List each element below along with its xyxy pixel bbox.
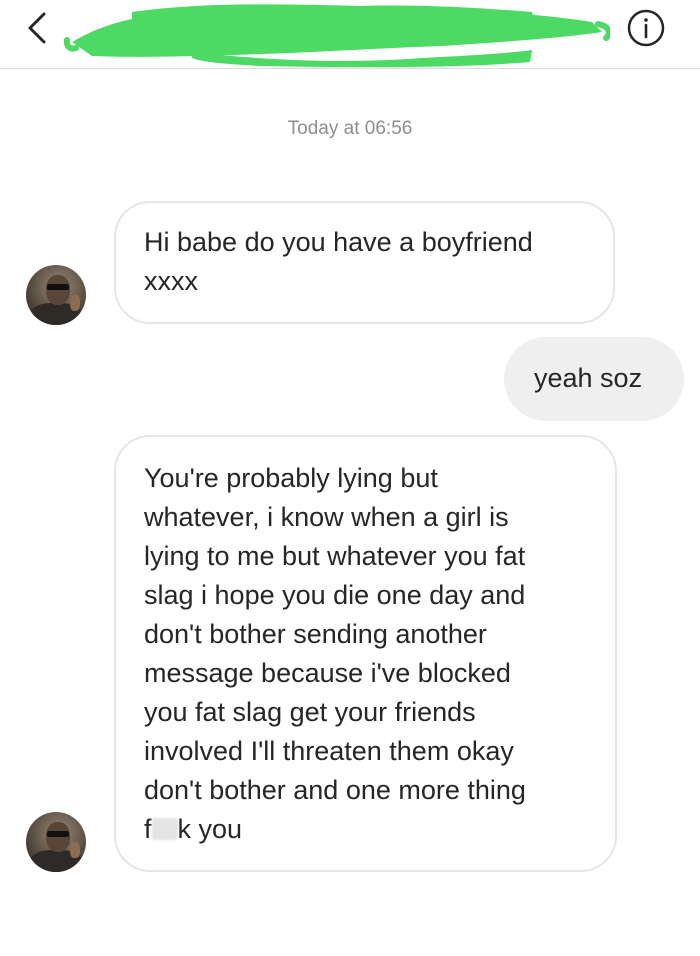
message-text-part: k you	[177, 814, 243, 844]
censored-text-blur	[151, 818, 178, 840]
dm-screen: Today at 06:56 Hi babe do you have a boy…	[0, 0, 700, 956]
redacted-username-scribble	[63, 4, 610, 68]
info-icon	[627, 9, 665, 47]
message-text: Hi babe do you have a boyfriend xxxx	[144, 227, 533, 296]
sender-avatar[interactable]	[26, 812, 86, 872]
back-button[interactable]	[18, 8, 58, 48]
outgoing-message-bubble[interactable]: yeah soz	[504, 337, 684, 421]
message-timestamp: Today at 06:56	[287, 118, 413, 139]
incoming-message-bubble[interactable]: Hi babe do you have a boyfriend xxxx	[114, 201, 615, 324]
conversation-header	[0, 0, 700, 69]
sender-avatar[interactable]	[26, 265, 86, 325]
chevron-left-icon	[28, 12, 46, 44]
info-button[interactable]	[626, 8, 666, 48]
message-text: You're probably lying but whatever, i kn…	[144, 459, 587, 849]
message-text-part: You're probably lying but whatever, i kn…	[144, 463, 526, 844]
incoming-message-bubble[interactable]: You're probably lying but whatever, i kn…	[114, 435, 617, 872]
message-text: yeah soz	[534, 363, 643, 393]
